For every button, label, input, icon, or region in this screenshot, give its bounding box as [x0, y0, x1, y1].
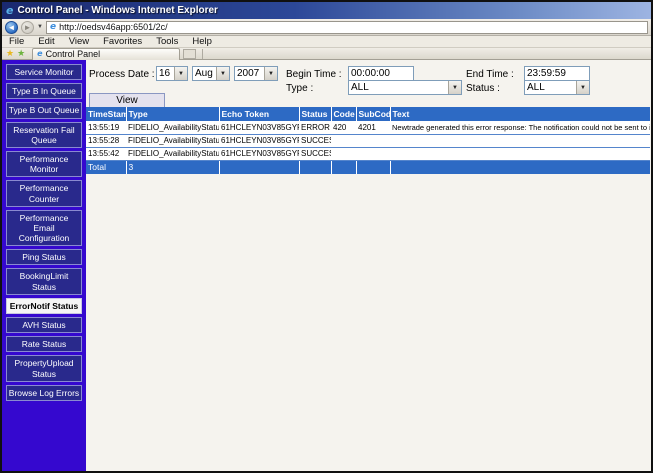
- end-time-input[interactable]: 23:59:59: [524, 66, 590, 81]
- sidebar-item-service-monitor[interactable]: Service Monitor: [6, 64, 82, 80]
- cell-subcode: [356, 147, 390, 160]
- browser-window: e Control Panel - Windows Internet Explo…: [0, 0, 653, 473]
- col-header-timestamp: TimeStamp: [86, 107, 126, 121]
- table-total-row: Total 3: [86, 160, 650, 174]
- status-label: Status :: [466, 83, 500, 94]
- cell-timestamp: 13:55:42: [86, 147, 126, 160]
- chevron-down-icon: ▼: [448, 81, 461, 94]
- table-header-row: TimeStamp Type Echo Token Status Code Su…: [86, 107, 650, 121]
- chevron-down-icon: ▼: [216, 67, 229, 80]
- begin-time-label: Begin Time :: [286, 69, 342, 80]
- back-icon[interactable]: ◄: [5, 21, 18, 34]
- menu-view[interactable]: View: [62, 36, 96, 47]
- chevron-down-icon: ▼: [576, 81, 589, 94]
- chevron-down-icon: ▼: [174, 67, 187, 80]
- date-month-select[interactable]: Aug ▼: [192, 66, 230, 81]
- cell-type: FIDELIO_AvailabilityStatusRQ: [126, 147, 219, 160]
- table-row: 13:55:28 FIDELIO_AvailabilityStatusRQ 61…: [86, 134, 650, 147]
- col-header-code: Code: [331, 107, 356, 121]
- title-bar: e Control Panel - Windows Internet Explo…: [2, 2, 651, 19]
- sidebar-item-ping-status[interactable]: Ping Status: [6, 249, 82, 265]
- cell-text: [390, 147, 650, 160]
- status-select[interactable]: ALL ▼: [524, 80, 590, 95]
- type-label: Type :: [286, 83, 313, 94]
- sidebar-item-bookinglimit-status[interactable]: BookingLimit Status: [6, 268, 82, 294]
- menu-help[interactable]: Help: [185, 36, 219, 47]
- url-input[interactable]: e http://oedsv46app:6501/2c/: [46, 21, 648, 34]
- url-text: http://oedsv46app:6501/2c/: [59, 22, 168, 32]
- cell-status: SUCCESS: [299, 134, 331, 147]
- sidebar: Service Monitor Type B In Queue Type B O…: [2, 60, 86, 471]
- cell-subcode: 4201: [356, 121, 390, 134]
- menu-bar: File Edit View Favorites Tools Help: [2, 36, 651, 48]
- col-header-type: Type: [126, 107, 219, 121]
- cell-status: ERROR: [299, 121, 331, 134]
- tab-control-panel[interactable]: e Control Panel: [32, 48, 180, 60]
- tab-favicon: e: [37, 50, 42, 58]
- col-header-subcode: SubCode: [356, 107, 390, 121]
- favorites-star-icon[interactable]: ★: [6, 49, 14, 58]
- sidebar-item-performance-monitor[interactable]: Performance Monitor: [6, 151, 82, 177]
- col-header-echo-token: Echo Token: [219, 107, 299, 121]
- sidebar-item-performance-email-configuration[interactable]: Performance Email Configuration: [6, 210, 82, 247]
- table-row: 13:55:19 FIDELIO_AvailabilityStatusRQ 61…: [86, 121, 650, 134]
- end-time-label: End Time :: [466, 69, 514, 80]
- cell-echo-token: 61HCLEYN03V85GYRSNOS: [219, 134, 299, 147]
- new-tab-stub[interactable]: [183, 49, 196, 59]
- cell-status: SUCCESS: [299, 147, 331, 160]
- sidebar-item-type-b-in-queue[interactable]: Type B In Queue: [6, 83, 82, 99]
- sidebar-item-type-b-out-queue[interactable]: Type B Out Queue: [6, 102, 82, 118]
- cell-code: [331, 147, 356, 160]
- menu-edit[interactable]: Edit: [31, 36, 61, 47]
- sidebar-item-errornotif-status[interactable]: ErrorNotif Status: [6, 298, 82, 314]
- sidebar-item-rate-status[interactable]: Rate Status: [6, 336, 82, 352]
- menu-tools[interactable]: Tools: [149, 36, 185, 47]
- cell-timestamp: 13:55:19: [86, 121, 126, 134]
- cell-code: 420: [331, 121, 356, 134]
- total-value: 3: [126, 160, 219, 174]
- menu-file[interactable]: File: [2, 36, 31, 47]
- add-favorite-icon[interactable]: ★: [17, 49, 25, 58]
- history-dropdown-icon[interactable]: ▼: [37, 24, 43, 30]
- cell-echo-token: 61HCLEYN03V85GYRSNOS: [219, 121, 299, 134]
- date-year-select[interactable]: 2007 ▼: [234, 66, 278, 81]
- window-title: Control Panel - Windows Internet Explore…: [17, 5, 217, 16]
- cell-code: [331, 134, 356, 147]
- page-icon: e: [50, 23, 56, 32]
- address-bar: ◄ ► ▼ e http://oedsv46app:6501/2c/: [2, 19, 651, 36]
- total-label: Total: [86, 160, 126, 174]
- tab-label: Control Panel: [46, 49, 101, 59]
- sidebar-item-avh-status[interactable]: AVH Status: [6, 317, 82, 333]
- ie-logo-icon: e: [6, 5, 13, 16]
- process-date-label: Process Date :: [89, 69, 155, 80]
- sidebar-item-reservation-fail-queue[interactable]: Reservation Fail Queue: [6, 122, 82, 148]
- menu-favorites[interactable]: Favorites: [96, 36, 149, 47]
- cell-echo-token: 61HCLEYN03V85GYRSNOS: [219, 147, 299, 160]
- cell-type: FIDELIO_AvailabilityStatusRQ: [126, 121, 219, 134]
- tab-bar: ★ ★ e Control Panel: [2, 48, 651, 60]
- page-content: Service Monitor Type B In Queue Type B O…: [2, 60, 651, 471]
- begin-time-input[interactable]: 00:00:00: [348, 66, 414, 81]
- chevron-down-icon: ▼: [264, 67, 277, 80]
- cell-text: [390, 134, 650, 147]
- sidebar-item-browse-log-errors[interactable]: Browse Log Errors: [6, 385, 82, 401]
- sidebar-item-propertyupload-status[interactable]: PropertyUpload Status: [6, 355, 82, 381]
- view-button[interactable]: View: [89, 93, 165, 108]
- cell-text: Newtrade generated this error response: …: [390, 121, 650, 134]
- cell-timestamp: 13:55:28: [86, 134, 126, 147]
- sidebar-item-performance-counter[interactable]: Performance Counter: [6, 180, 82, 206]
- date-day-select[interactable]: 16 ▼: [156, 66, 188, 81]
- table-row: 13:55:42 FIDELIO_AvailabilityStatusRQ 61…: [86, 147, 650, 160]
- col-header-text: Text: [390, 107, 650, 121]
- col-header-status: Status: [299, 107, 331, 121]
- results-table: TimeStamp Type Echo Token Status Code Su…: [86, 107, 650, 174]
- tab-separator: [202, 49, 203, 59]
- forward-icon[interactable]: ►: [21, 21, 34, 34]
- type-select[interactable]: ALL ▼: [348, 80, 462, 95]
- cell-type: FIDELIO_AvailabilityStatusRQ: [126, 134, 219, 147]
- main-panel: Process Date : 16 ▼ Aug ▼ 2007 ▼ Begin T…: [86, 60, 651, 471]
- cell-subcode: [356, 134, 390, 147]
